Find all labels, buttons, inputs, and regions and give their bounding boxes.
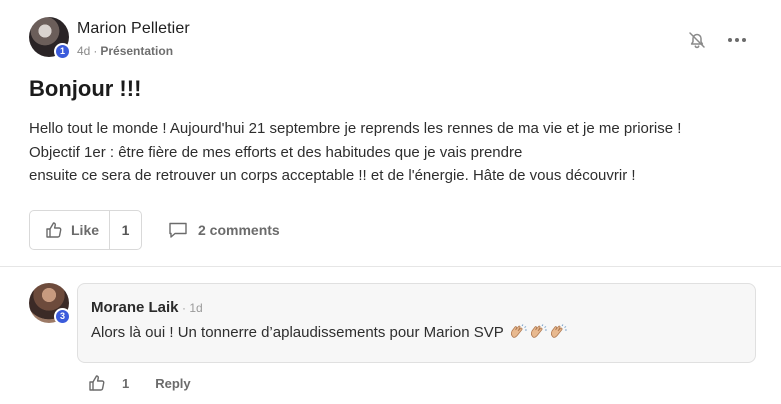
reply-button[interactable]: Reply xyxy=(155,376,190,391)
post-meta: 4d · Présentation xyxy=(77,44,173,58)
comment-actions: 1 Reply xyxy=(88,373,191,393)
comment-author-name[interactable]: Morane Laik xyxy=(91,299,179,316)
comment-time-value: 1d xyxy=(189,301,203,315)
commenter-avatar[interactable]: 3 xyxy=(29,283,71,325)
comment-icon xyxy=(169,222,187,238)
post-time: 4d xyxy=(77,44,91,58)
comment-separator: · xyxy=(182,301,186,315)
author-name[interactable]: Marion Pelletier xyxy=(77,20,190,38)
post-body-line: Objectif 1er : être fière de mes efforts… xyxy=(29,143,523,161)
comments-button[interactable]: 2 comments xyxy=(168,219,280,241)
comment-text: Alors là oui ! Un tonnerre d’aplaudissem… xyxy=(91,324,568,341)
meta-separator: · xyxy=(93,44,98,58)
like-count[interactable]: 1 xyxy=(110,211,141,249)
comments-count-label: 2 comments xyxy=(198,222,280,238)
post-card: 1 Marion Pelletier 4d · Présentation Bonjo… xyxy=(0,0,781,404)
comment-time: · 1d xyxy=(182,301,203,315)
comment-text-body: Alors là oui ! Un tonnerre d’aplaudissem… xyxy=(91,324,504,341)
comment-like-count[interactable]: 1 xyxy=(122,376,129,391)
like-button[interactable]: Like xyxy=(30,211,110,249)
bell-off-icon[interactable] xyxy=(687,30,707,50)
author-avatar[interactable]: 1 xyxy=(29,17,71,60)
clapping-hands-icon xyxy=(510,324,527,338)
post-body-line: ensuite ce sera de retrouver un corps ac… xyxy=(29,167,636,184)
thumbs-up-icon[interactable] xyxy=(88,374,106,392)
commenter-level-badge: 3 xyxy=(54,308,71,325)
post-category[interactable]: Présentation xyxy=(100,44,173,58)
divider xyxy=(0,266,781,267)
clapping-hands-icon xyxy=(530,324,547,338)
like-group: Like 1 xyxy=(29,210,142,250)
post-body: Hello tout le monde ! Aujourd'hui 21 sep… xyxy=(29,117,759,188)
author-level-badge: 1 xyxy=(54,43,71,60)
more-options-icon[interactable] xyxy=(726,30,748,50)
clapping-hands-icon xyxy=(550,324,567,338)
like-label: Like xyxy=(71,222,100,238)
comment-bubble: Morane Laik · 1d Alors là oui ! Un tonne… xyxy=(77,283,756,363)
thumbs-up-icon xyxy=(46,222,62,238)
post-body-line: Hello tout le monde ! Aujourd'hui 21 sep… xyxy=(29,120,682,137)
post-title: Bonjour !!! xyxy=(29,76,142,101)
